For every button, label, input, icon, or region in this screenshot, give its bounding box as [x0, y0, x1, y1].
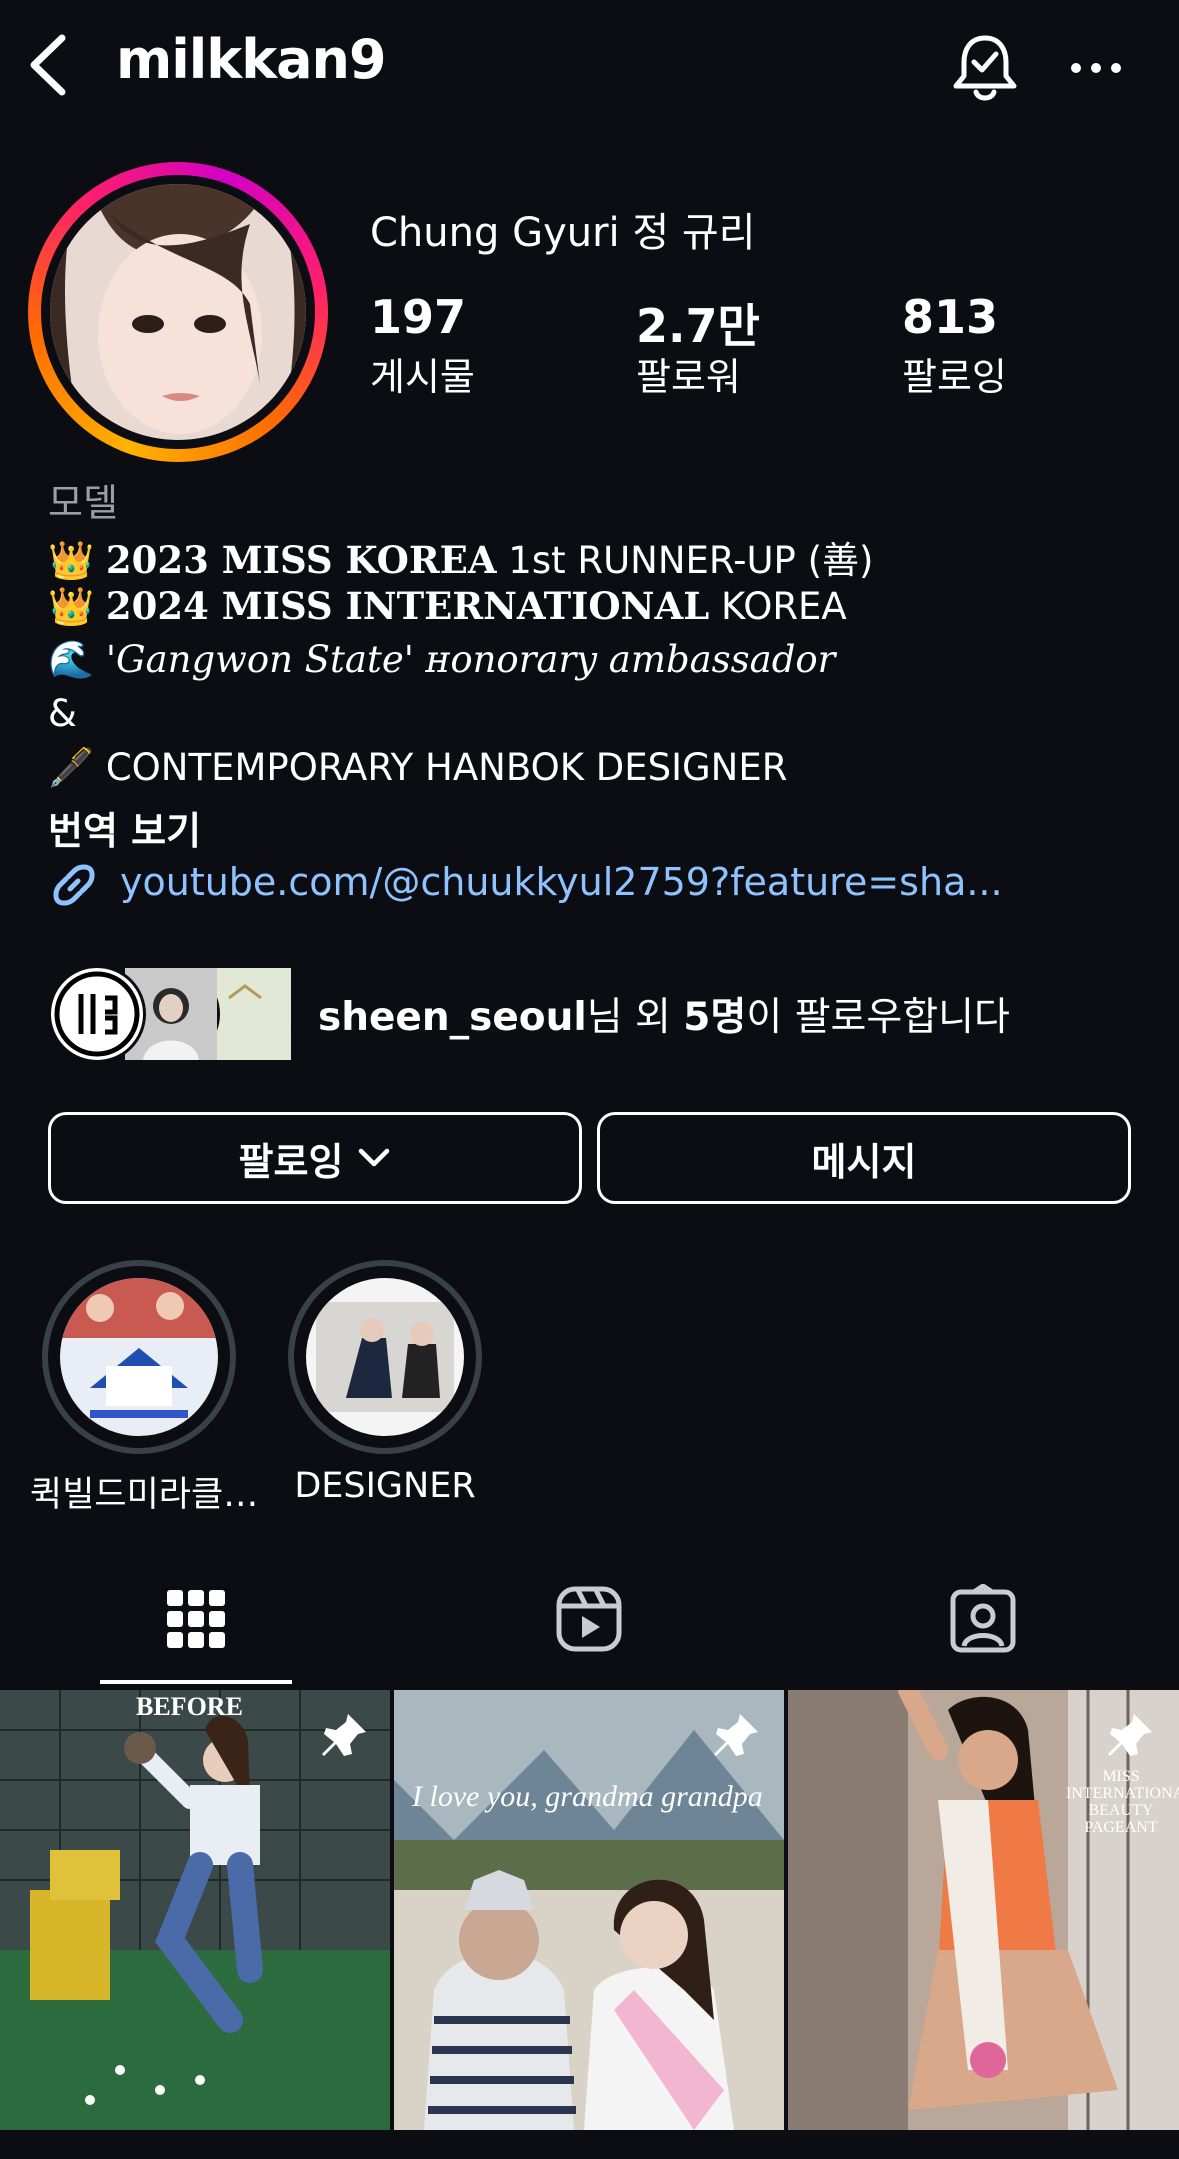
pen-emoji: 🖋️: [48, 746, 95, 789]
bio-line-5: 🖋️ CONTEMPORARY HANBOK DESIGNER: [48, 746, 788, 789]
profile-category: 모델: [48, 481, 118, 525]
bio-line-3: 🌊 'Gangwon State' ʜonorary ambassador: [48, 638, 836, 681]
display-name: Chung Gyuri 정 규리: [370, 210, 756, 256]
profile-link[interactable]: youtube.com/@chuukkyul2759?feature=sha..…: [120, 860, 1003, 904]
pin-icon: [318, 1710, 370, 1762]
bio-line-1: 👑 2023 MISS KOREA 1st RUNNER-UP (善): [48, 538, 874, 582]
following-button[interactable]: 팔로잉: [48, 1112, 582, 1204]
posts-label[interactable]: 게시물: [370, 346, 475, 401]
crown-emoji: 👑: [48, 539, 95, 582]
follower-avatar-1[interactable]: [48, 965, 146, 1063]
message-button[interactable]: 메시지: [597, 1112, 1131, 1204]
wave-emoji: 🌊: [48, 638, 95, 681]
post-caption-2: I love you, grandma grandpa: [412, 1780, 763, 1813]
link-icon: [46, 857, 102, 913]
grid-icon[interactable]: [161, 1584, 231, 1654]
crown-emoji: 👑: [48, 585, 95, 628]
post-caption-1: BEFORE: [136, 1692, 243, 1721]
following-count[interactable]: 813: [902, 290, 998, 344]
more-options-icon[interactable]: [1066, 46, 1126, 86]
followers-label[interactable]: 팔로워: [636, 346, 741, 401]
active-tab-indicator: [100, 1680, 292, 1684]
tagged-icon[interactable]: [948, 1583, 1018, 1654]
pin-icon: [1104, 1710, 1156, 1762]
posts-count[interactable]: 197: [370, 290, 466, 344]
back-arrow-icon[interactable]: [22, 30, 78, 100]
see-translation-link[interactable]: 번역 보기: [48, 800, 201, 855]
bottom-edge: [0, 2130, 1179, 2159]
notification-bell-icon[interactable]: [950, 30, 1020, 104]
bio-line-4: &: [48, 692, 77, 735]
pin-icon: [710, 1710, 762, 1762]
followed-by-text[interactable]: sheen_seoul님 외 5명이 팔로우합니다: [318, 986, 1010, 1042]
post-caption-3: MISS INTERNATIONAL BEAUTY PAGEANT: [1066, 1768, 1179, 1836]
chevron-down-icon: [359, 1148, 390, 1167]
bio-line-2: 👑 2024 MISS INTERNATIONAL KOREA: [48, 584, 847, 628]
avatar[interactable]: [50, 184, 306, 440]
reels-icon[interactable]: [554, 1584, 624, 1654]
username-title: milkkan9: [116, 28, 387, 91]
highlight-cover-1[interactable]: [60, 1278, 218, 1436]
highlight-cover-2[interactable]: [306, 1278, 464, 1436]
highlight-label-2[interactable]: DESIGNER: [276, 1466, 494, 1506]
highlight-label-1[interactable]: 퀵빌드미라클…: [30, 1466, 258, 1517]
following-label[interactable]: 팔로잉: [902, 346, 1007, 401]
